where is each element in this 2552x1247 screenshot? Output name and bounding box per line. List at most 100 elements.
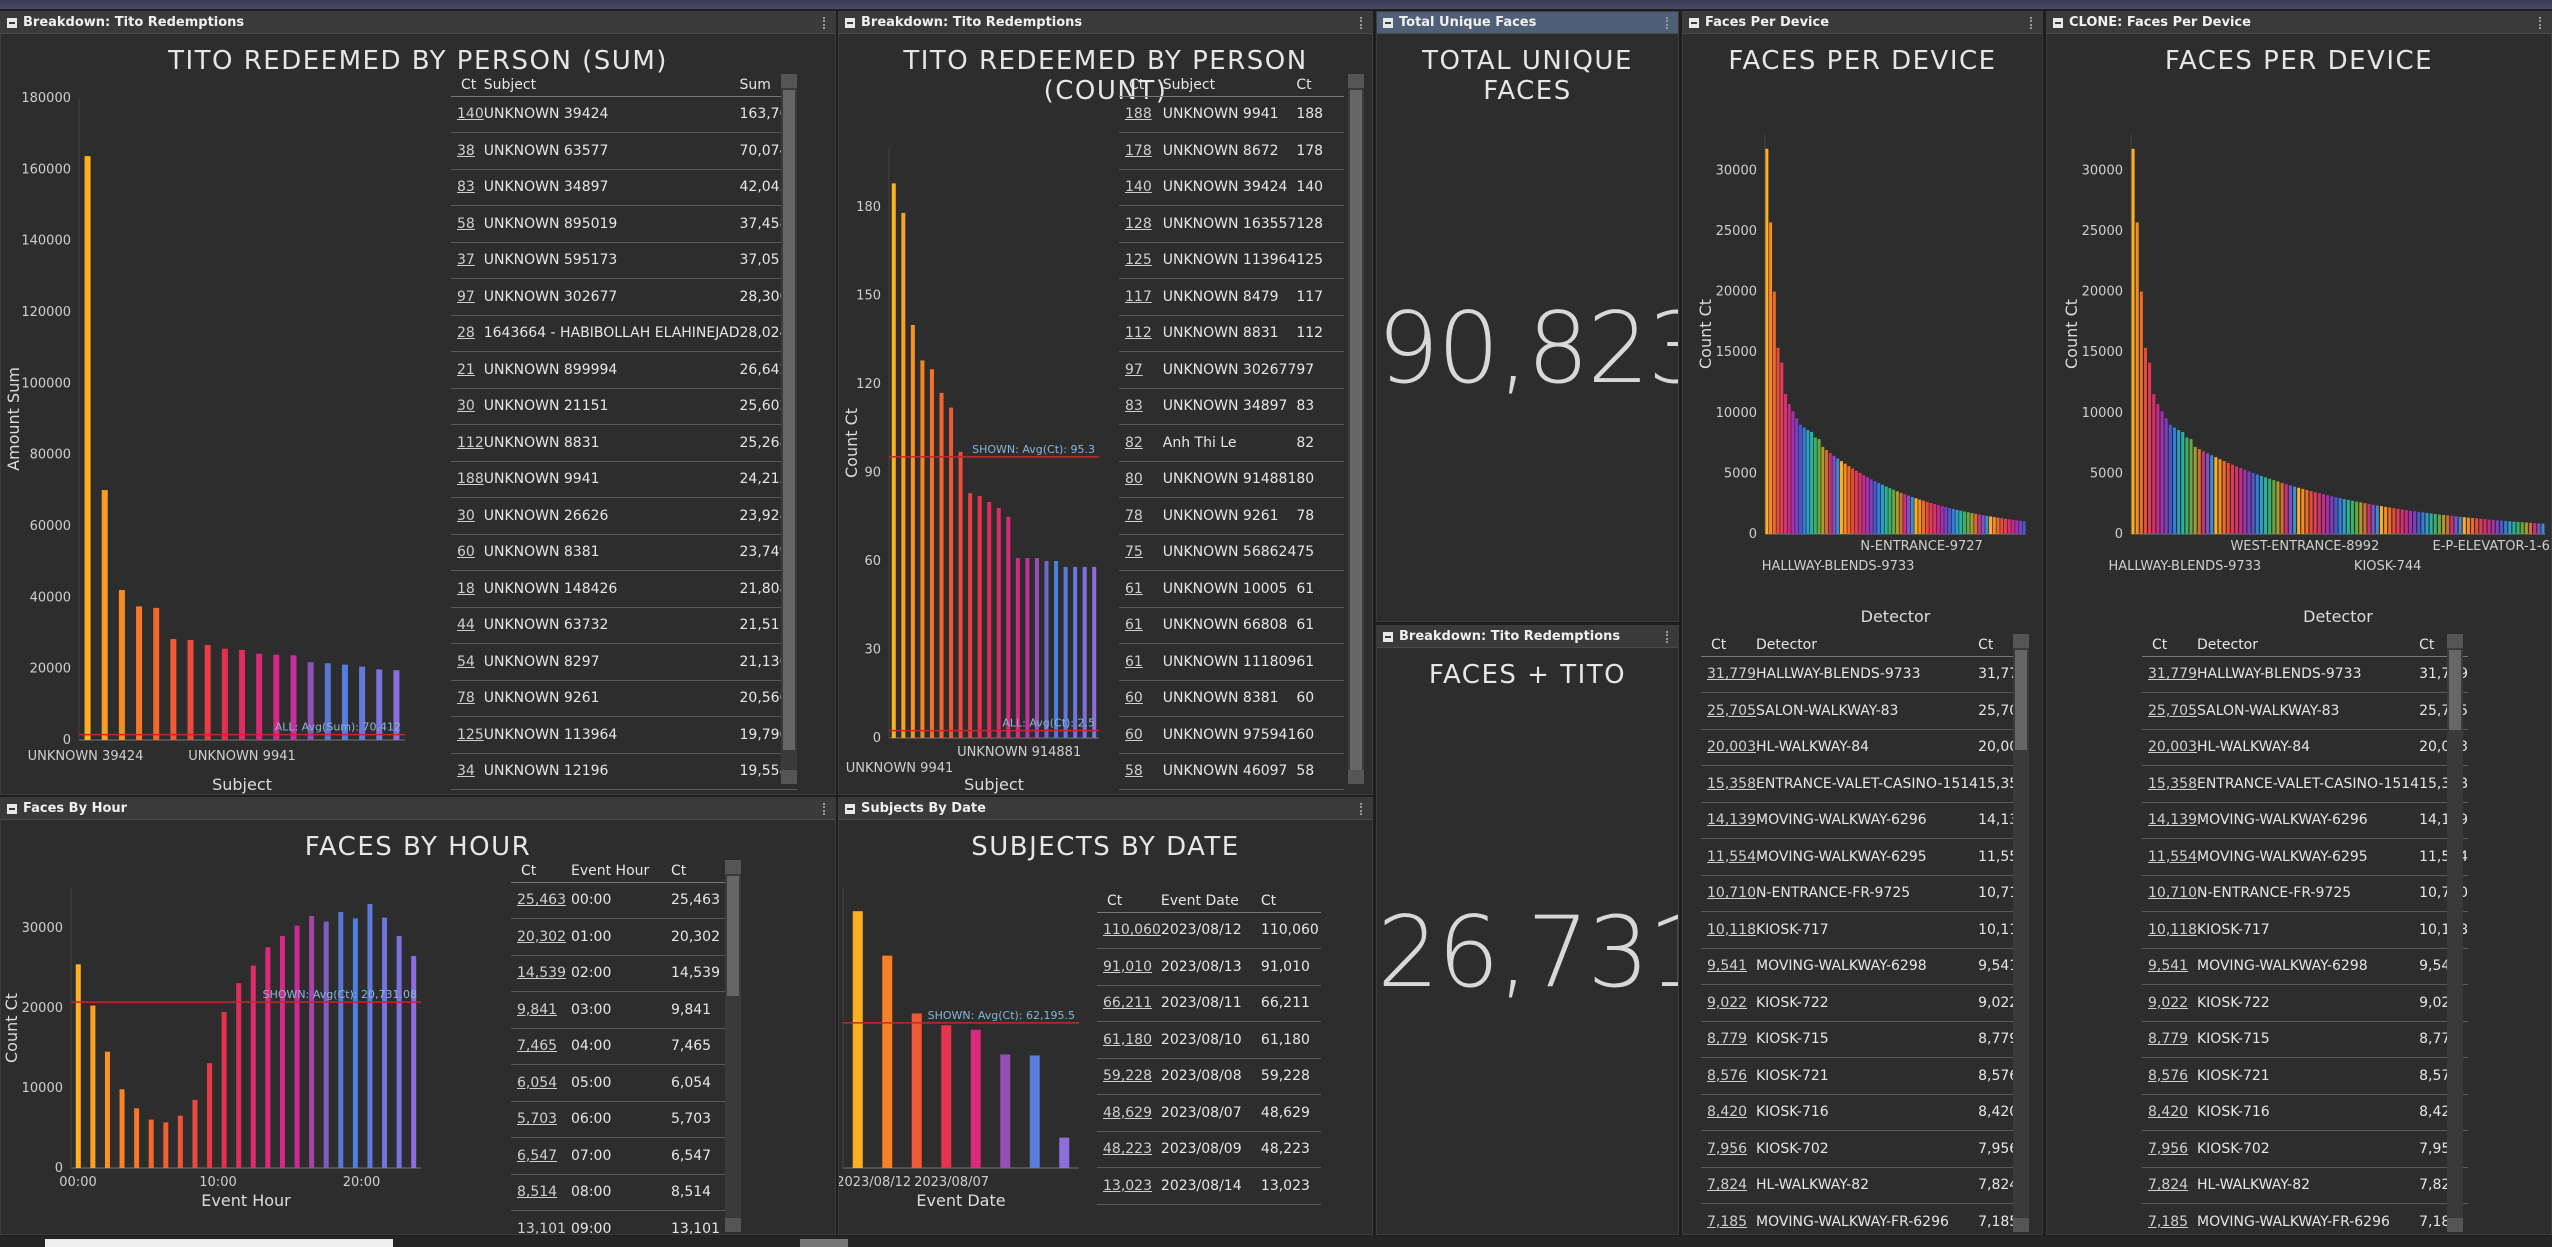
column-header[interactable]: Ct (1701, 634, 1756, 657)
table-row[interactable]: 59,228 2023/08/08 59,228 (1097, 1058, 1321, 1095)
count-link[interactable]: 11,554 (1701, 838, 1756, 876)
table-row[interactable]: 110,060 2023/08/12 110,060 (1097, 912, 1321, 949)
bar[interactable] (1776, 347, 1780, 534)
column-header[interactable]: Ct (2142, 634, 2197, 657)
bar[interactable] (2392, 508, 2396, 534)
bar[interactable] (2529, 522, 2533, 534)
table-row[interactable]: 7,824 HL-WALKWAY-82 7,824 (1701, 1167, 2028, 1204)
bar[interactable] (2264, 477, 2268, 534)
bar[interactable] (352, 918, 358, 1168)
scroll-thumb[interactable] (2449, 650, 2461, 730)
bar[interactable] (1959, 510, 1963, 534)
column-header[interactable]: Ct (1097, 890, 1161, 913)
bar[interactable] (1921, 500, 1925, 534)
table-row[interactable]: 8,779 KIOSK-715 8,779 (2142, 1021, 2469, 1058)
count-link[interactable]: 8,420 (1701, 1094, 1756, 1131)
bar[interactable] (177, 1115, 183, 1168)
bar[interactable] (1817, 439, 1821, 534)
table-row[interactable]: 178 UNKNOWN 8672 178 (1119, 132, 1344, 170)
table-row[interactable]: 97 UNKNOWN 302677 28,300 (451, 278, 798, 316)
count-link[interactable]: 60 (451, 534, 484, 571)
count-link[interactable]: 78 (1119, 497, 1163, 535)
bar[interactable] (1877, 482, 1881, 534)
bar[interactable] (207, 1063, 213, 1168)
count-link[interactable]: 80 (1119, 461, 1163, 498)
table-row[interactable]: 7,956 KIOSK-702 7,956 (1701, 1130, 2028, 1168)
bar[interactable] (1929, 503, 1933, 534)
count-link[interactable]: 15,358 (1701, 765, 1756, 803)
table-row[interactable]: 31,779 HALLWAY-BLENDS-9733 31,779 (1701, 656, 2028, 693)
bar[interactable] (2326, 495, 2330, 534)
bar[interactable] (1966, 512, 1970, 534)
bar[interactable] (2512, 521, 2516, 534)
table-row[interactable]: 188 UNKNOWN 9941 24,213 (451, 461, 798, 498)
bar[interactable] (1903, 494, 1907, 534)
bar[interactable] (2305, 490, 2309, 534)
bar[interactable] (192, 1099, 198, 1168)
count-link[interactable]: 61,180 (1097, 1021, 1161, 1059)
bar[interactable] (2268, 478, 2272, 534)
table-row[interactable]: 140 UNKNOWN 39424 163,704 (451, 96, 798, 133)
panel-header[interactable]: Faces By Hour (1, 798, 835, 820)
bar[interactable] (1006, 516, 1011, 738)
bar[interactable] (1948, 508, 1952, 534)
count-link[interactable]: 8,576 (1701, 1057, 1756, 1095)
bar[interactable] (265, 947, 271, 1168)
bar[interactable] (187, 640, 194, 740)
count-link[interactable]: 9,841 (511, 991, 571, 1029)
bar[interactable] (1884, 486, 1888, 534)
panel-header[interactable]: Breakdown: Tito Redemptions (1377, 626, 1678, 648)
bar[interactable] (2297, 487, 2301, 534)
bar[interactable] (2466, 517, 2470, 534)
bar[interactable] (1892, 489, 1896, 534)
table-row[interactable]: 9,022 KIOSK-722 9,022 (2142, 984, 2469, 1022)
bar[interactable] (882, 955, 893, 1168)
scroll-up-icon[interactable] (2013, 634, 2029, 648)
count-link[interactable]: 97 (451, 278, 484, 316)
count-link[interactable]: 7,465 (511, 1028, 571, 1065)
drag-handle-icon[interactable] (1666, 17, 1672, 29)
bar[interactable] (2172, 427, 2176, 534)
column-header[interactable]: Detector (1756, 634, 1979, 657)
bar[interactable] (119, 1089, 125, 1168)
count-link[interactable]: 15,358 (2142, 765, 2197, 803)
bar[interactable] (2384, 506, 2388, 534)
count-link[interactable]: 82 (1119, 424, 1163, 462)
table-row[interactable]: 54 UNKNOWN 8297 21,136 (451, 643, 798, 681)
bar[interactable] (2429, 513, 2433, 534)
bar[interactable] (977, 496, 982, 738)
table-scrollbar[interactable] (2447, 634, 2463, 1232)
bar[interactable] (1851, 468, 1855, 534)
count-link[interactable]: 7,956 (1701, 1130, 1756, 1168)
drag-handle-icon[interactable] (823, 17, 829, 29)
table-row[interactable]: 48,223 2023/08/09 48,223 (1097, 1131, 1321, 1168)
column-header[interactable]: Ct (1119, 74, 1163, 97)
table-row[interactable]: 25,705 SALON-WALKWAY-83 25,705 (2142, 692, 2469, 730)
count-link[interactable]: 7,824 (2142, 1167, 2197, 1204)
bar[interactable] (970, 1029, 981, 1168)
bar[interactable] (2359, 502, 2363, 534)
bar[interactable] (1985, 515, 1989, 534)
bar[interactable] (294, 925, 300, 1168)
bar[interactable] (2131, 148, 2135, 535)
table-row[interactable]: 10,710 N-ENTRANCE-FR-9725 10,710 (1701, 875, 2028, 912)
panel-header[interactable]: Subjects By Date (839, 798, 1372, 820)
table-scrollbar[interactable] (2013, 634, 2029, 1232)
bar[interactable] (134, 1108, 140, 1168)
bar[interactable] (1791, 411, 1795, 534)
bar[interactable] (2487, 519, 2491, 534)
bar[interactable] (136, 606, 143, 740)
count-link[interactable]: 11,554 (2142, 838, 2197, 876)
table-row[interactable]: 38 UNKNOWN 63577 70,074 (451, 132, 798, 170)
bar[interactable] (250, 965, 256, 1168)
bar[interactable] (75, 964, 81, 1168)
bar[interactable] (2222, 461, 2226, 534)
drag-handle-icon[interactable] (1666, 631, 1672, 643)
count-link[interactable]: 44 (451, 607, 484, 644)
bar[interactable] (1989, 516, 1993, 534)
bar[interactable] (996, 507, 1001, 738)
bar[interactable] (2218, 459, 2222, 534)
table-row[interactable]: 10,118 KIOSK-717 10,118 (1701, 911, 2028, 949)
scroll-up-icon[interactable] (2447, 634, 2463, 648)
bar[interactable] (2255, 474, 2259, 534)
